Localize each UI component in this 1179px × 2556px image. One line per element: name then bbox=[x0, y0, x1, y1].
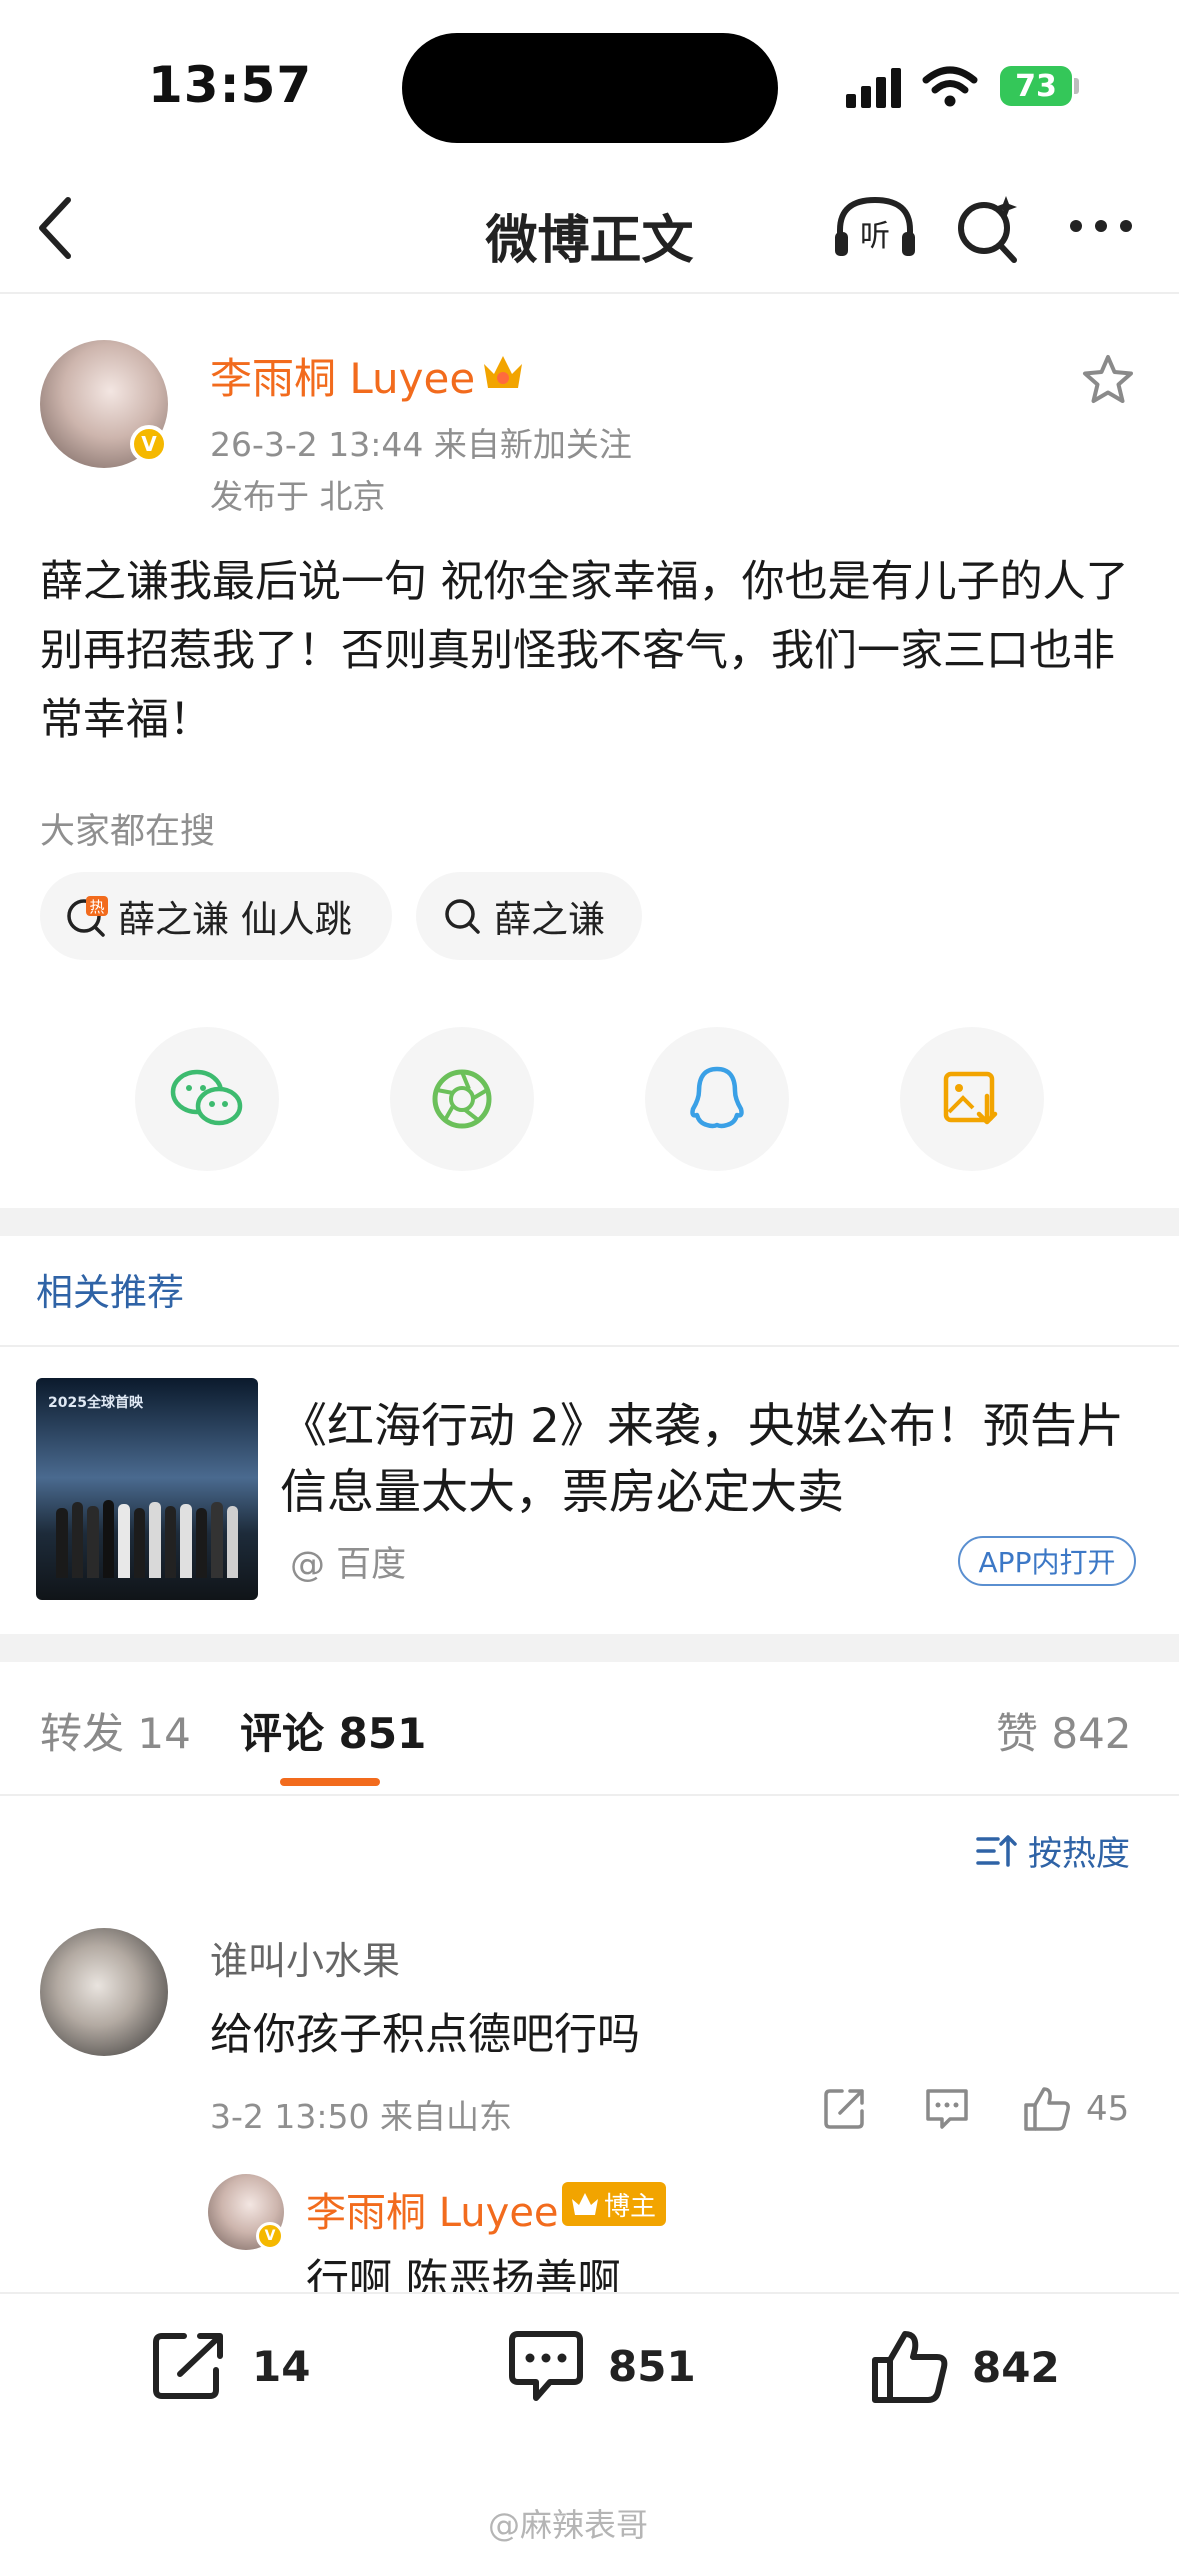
tab-repost[interactable]: 转发 14 bbox=[40, 1700, 191, 1761]
wechat-icon bbox=[170, 1069, 243, 1126]
thumbs-up-icon bbox=[1024, 2087, 1070, 2131]
share-wechat-button[interactable] bbox=[135, 1027, 279, 1171]
share-qq-button[interactable] bbox=[645, 1027, 789, 1171]
crown-icon bbox=[572, 2193, 598, 2215]
tab-comments[interactable]: 评论 851 bbox=[240, 1700, 426, 1761]
thumbnail-caption: 2025全球首映 bbox=[48, 1395, 143, 1411]
svg-text:热: 热 bbox=[89, 898, 104, 916]
post-time-source: 26-3-2 13:44 来自新加关注 bbox=[210, 425, 632, 464]
active-tab-indicator bbox=[280, 1778, 380, 1786]
qq-penguin-icon bbox=[690, 1066, 744, 1129]
sort-icon bbox=[976, 1834, 1017, 1867]
bottom-repost-count: 14 bbox=[252, 2341, 311, 2391]
related-thumbnail[interactable]: 2025全球首映 bbox=[36, 1378, 258, 1600]
listen-headphones-icon[interactable]: 听 bbox=[832, 192, 918, 264]
comment-reply-button[interactable] bbox=[924, 2085, 970, 2131]
comment-meta: 3-2 13:50 来自山东 bbox=[210, 2097, 512, 2136]
comment-like-button[interactable]: 45 bbox=[1022, 2085, 1129, 2133]
blogger-badge: 博主 bbox=[562, 2182, 667, 2226]
related-article-title[interactable]: 《红海行动 2》来袭，央媒公布！预告片信息量太大，票房必定大卖 bbox=[280, 1394, 1140, 1526]
search-icon[interactable] bbox=[952, 190, 1024, 266]
post-location: 发布于 北京 bbox=[210, 477, 386, 516]
comment-bubble-icon bbox=[509, 2331, 583, 2401]
related-source: @ 百度 bbox=[290, 1545, 407, 1585]
hot-search-chip[interactable]: 热 薛之谦 仙人跳 bbox=[40, 872, 392, 960]
status-time: 13:57 bbox=[148, 56, 313, 114]
bottom-repost-button[interactable]: 14 bbox=[150, 2328, 310, 2404]
bottom-comment-button[interactable]: 851 bbox=[506, 2328, 696, 2404]
watermark: @麻辣表哥 bbox=[488, 2506, 649, 2544]
hot-search-chip-label: 薛之谦 仙人跳 bbox=[118, 898, 352, 941]
dynamic-island bbox=[402, 33, 778, 143]
tabs-divider bbox=[0, 1794, 1179, 1796]
related-section-title: 相关推荐 bbox=[36, 1271, 184, 1314]
blogger-badge-label: 博主 bbox=[604, 2191, 657, 2222]
author-name[interactable]: 李雨桐 Luyee bbox=[210, 345, 475, 406]
post-body-text: 薛之谦我最后说一句 祝你全家幸福，你也是有儿子的人了别再招惹我了！否则真别怪我不… bbox=[40, 557, 1129, 745]
header-divider bbox=[0, 292, 1179, 294]
comment-repost-button[interactable] bbox=[822, 2085, 868, 2131]
related-divider bbox=[0, 1345, 1179, 1347]
search-icon bbox=[440, 894, 484, 938]
commenter-name[interactable]: 谁叫小水果 bbox=[210, 1930, 400, 1985]
sort-label: 按热度 bbox=[1028, 1834, 1130, 1874]
bottom-like-count: 842 bbox=[972, 2342, 1060, 2392]
battery-indicator: 73 bbox=[1000, 66, 1072, 106]
favorite-star-icon[interactable] bbox=[1080, 352, 1136, 408]
repost-icon bbox=[824, 2089, 864, 2129]
repost-icon bbox=[153, 2333, 223, 2399]
reply-bubble-icon bbox=[926, 2089, 968, 2129]
comment-text: 给你孩子积点德吧行吗 bbox=[210, 2010, 640, 2060]
save-image-icon bbox=[943, 1071, 998, 1125]
bottom-comment-count: 851 bbox=[608, 2341, 696, 2391]
battery-tip bbox=[1074, 78, 1079, 94]
more-options-icon[interactable] bbox=[1068, 218, 1134, 234]
open-in-app-button[interactable]: APP内打开 bbox=[958, 1536, 1136, 1586]
section-gap bbox=[0, 1208, 1179, 1236]
thumbs-up-icon bbox=[872, 2331, 948, 2403]
comment-like-count: 45 bbox=[1086, 2089, 1130, 2129]
hot-search-label: 大家都在搜 bbox=[40, 812, 216, 852]
reply-verified-badge-icon: V bbox=[256, 2222, 284, 2250]
section-gap bbox=[0, 1634, 1179, 1662]
cellular-signal-icon bbox=[846, 68, 901, 108]
commenter-avatar[interactable] bbox=[40, 1928, 168, 2056]
svg-text:听: 听 bbox=[860, 219, 890, 254]
crown-member-icon bbox=[484, 356, 522, 388]
wifi-icon bbox=[922, 66, 978, 107]
save-image-button[interactable] bbox=[900, 1027, 1044, 1171]
search-chip[interactable]: 薛之谦 bbox=[416, 872, 642, 960]
tab-likes[interactable]: 赞 842 bbox=[996, 1700, 1132, 1761]
verified-badge-icon: V bbox=[130, 425, 168, 463]
hot-search-icon: 热 bbox=[64, 894, 108, 938]
reply-author-name[interactable]: 李雨桐 Luyee bbox=[306, 2180, 559, 2238]
search-chip-label: 薛之谦 bbox=[494, 898, 605, 941]
bottom-like-button[interactable]: 842 bbox=[870, 2328, 1060, 2406]
share-moments-button[interactable] bbox=[390, 1027, 534, 1171]
thumbnail-figures bbox=[56, 1498, 238, 1578]
moments-aperture-icon bbox=[432, 1069, 492, 1129]
sort-by-hot-button[interactable]: 按热度 bbox=[976, 1826, 1130, 1875]
